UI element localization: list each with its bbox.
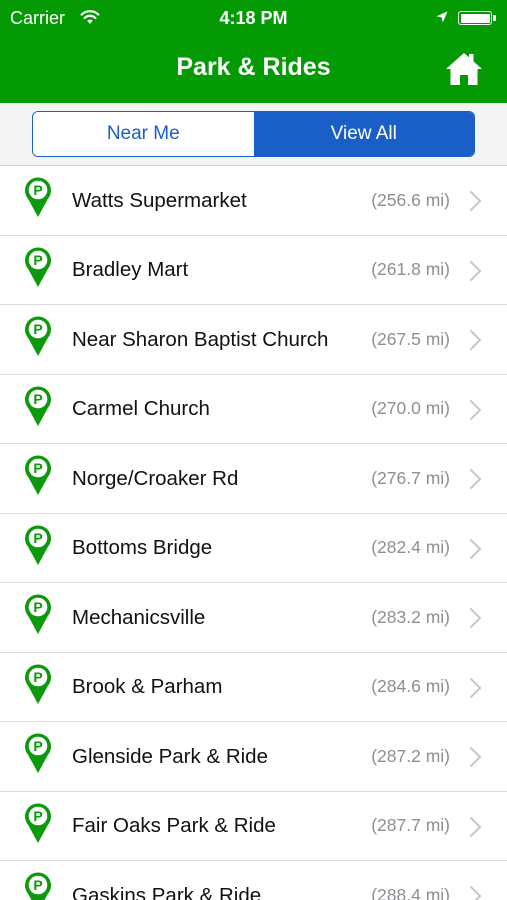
chevron-right-icon xyxy=(470,747,481,767)
item-name: Fair Oaks Park & Ride xyxy=(72,814,276,838)
parking-pin-icon: P xyxy=(25,663,51,704)
list-item[interactable]: P Glenside Park & Ride (287.2 mi) xyxy=(0,722,507,792)
svg-text:P: P xyxy=(33,877,42,893)
list-item[interactable]: P Fair Oaks Park & Ride (287.7 mi) xyxy=(0,791,507,861)
list-item[interactable]: P Brook & Parham (284.6 mi) xyxy=(0,652,507,722)
item-distance: (270.0 mi) xyxy=(371,398,450,419)
near-me-segment[interactable]: Near Me xyxy=(33,112,254,156)
svg-text:P: P xyxy=(33,669,42,685)
item-distance: (283.2 mi) xyxy=(371,606,450,627)
chevron-right-icon xyxy=(470,608,481,628)
chevron-right-icon xyxy=(470,886,481,900)
item-distance: (287.7 mi) xyxy=(371,815,450,836)
item-distance: (287.2 mi) xyxy=(371,745,450,766)
parking-pin-icon: P xyxy=(25,385,51,426)
item-name: Watts Supermarket xyxy=(72,188,247,212)
item-name: Norge/Croaker Rd xyxy=(72,466,239,490)
list-item[interactable]: P Carmel Church (270.0 mi) xyxy=(0,374,507,444)
item-distance: (267.5 mi) xyxy=(371,328,450,349)
parking-pin-icon: P xyxy=(25,177,51,217)
status-bar: Carrier 4:18 PM xyxy=(0,0,507,36)
list-item[interactable]: P Norge/Croaker Rd (276.7 mi) xyxy=(0,444,507,514)
list-item[interactable]: P Near Sharon Baptist Church (267.5 mi) xyxy=(0,305,507,375)
chevron-right-icon xyxy=(470,538,481,559)
parking-pin-icon: P xyxy=(25,524,51,565)
item-distance: (256.6 mi) xyxy=(371,189,450,210)
view-all-segment[interactable]: View All xyxy=(253,112,474,156)
svg-text:P: P xyxy=(33,460,42,476)
parking-pin-icon: P xyxy=(25,455,51,495)
chevron-right-icon xyxy=(470,260,481,281)
chevron-right-icon xyxy=(470,330,481,350)
svg-text:P: P xyxy=(33,391,42,407)
svg-text:P: P xyxy=(33,530,42,546)
item-name: Mechanicsville xyxy=(72,605,206,629)
item-name: Bottoms Bridge xyxy=(72,536,213,560)
view-segmented-control: Near Me View All xyxy=(32,111,475,157)
item-name: Carmel Church xyxy=(72,397,210,421)
chevron-right-icon xyxy=(470,816,481,837)
parking-pin-icon: P xyxy=(25,802,51,843)
list-item[interactable]: P Bottoms Bridge (282.4 mi) xyxy=(0,513,507,583)
chevron-right-icon xyxy=(470,399,481,420)
item-name: Glenside Park & Ride xyxy=(72,744,268,768)
chevron-right-icon xyxy=(470,469,481,489)
svg-text:P: P xyxy=(33,182,42,198)
segment-bar: Near Me View All xyxy=(0,103,507,166)
svg-text:P: P xyxy=(33,599,42,615)
svg-text:P: P xyxy=(33,808,42,824)
status-time: 4:18 PM xyxy=(219,8,288,28)
item-distance: (261.8 mi) xyxy=(371,259,450,280)
page-title: Park & Rides xyxy=(176,53,331,81)
home-icon[interactable] xyxy=(444,50,484,88)
item-distance: (284.6 mi) xyxy=(371,676,450,697)
battery-icon xyxy=(458,11,496,25)
item-distance: (276.7 mi) xyxy=(371,467,450,488)
list-item[interactable]: P Bradley Mart (261.8 mi) xyxy=(0,235,507,305)
parking-pin-icon: P xyxy=(25,316,51,356)
item-name: Gaskins Park & Ride xyxy=(72,883,262,900)
location-arrow-icon xyxy=(436,11,448,23)
parking-pin-icon: P xyxy=(25,246,51,287)
svg-text:P: P xyxy=(33,252,42,268)
parking-pin-icon: P xyxy=(25,594,51,634)
svg-text:P: P xyxy=(33,738,42,754)
park-and-ride-list: P Watts Supermarket (256.6 mi) P Bradley Mar… xyxy=(0,166,507,900)
nav-header: Carrier 4:18 PM Park & Rides xyxy=(0,0,507,103)
chevron-right-icon xyxy=(470,677,481,698)
list-item[interactable]: P Gaskins Park & Ride (288.4 mi) xyxy=(0,861,507,900)
list-item[interactable]: P Watts Supermarket (256.6 mi) xyxy=(0,166,507,236)
svg-text:P: P xyxy=(33,321,42,337)
list-item[interactable]: P Mechanicsville (283.2 mi) xyxy=(0,583,507,653)
chevron-right-icon xyxy=(470,191,481,211)
item-name: Bradley Mart xyxy=(72,258,189,282)
item-name: Brook & Parham xyxy=(72,675,223,699)
parking-pin-icon: P xyxy=(25,733,51,773)
item-name: Near Sharon Baptist Church xyxy=(72,327,329,351)
parking-pin-icon: P xyxy=(25,872,51,900)
item-distance: (282.4 mi) xyxy=(371,537,450,558)
item-distance: (288.4 mi) xyxy=(371,884,450,900)
